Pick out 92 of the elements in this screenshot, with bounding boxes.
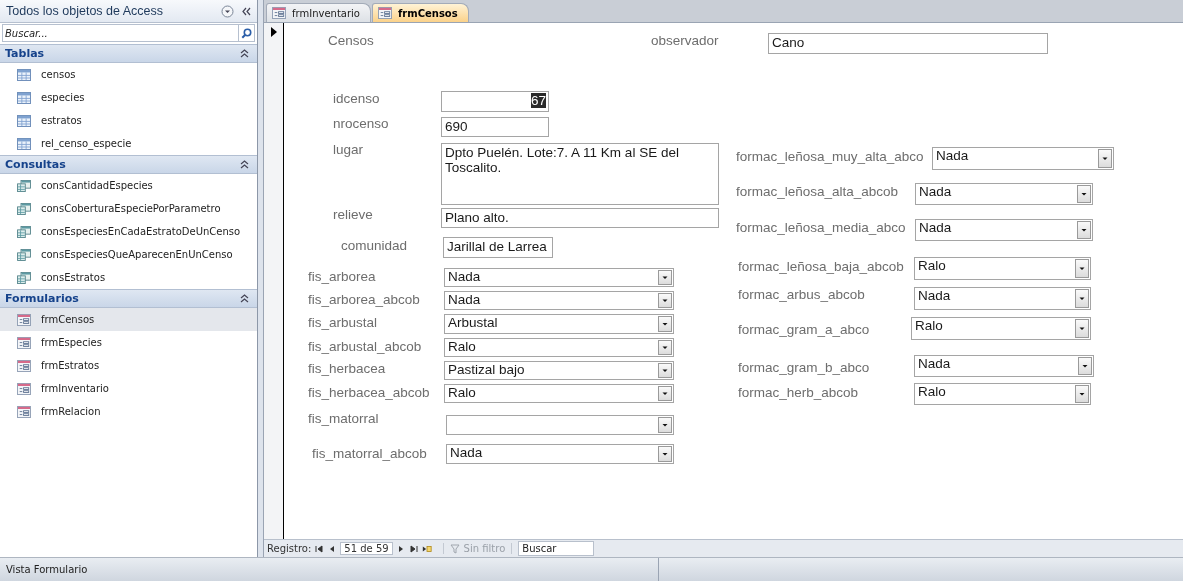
field-label: formac_leñosa_baja_abcob [738,259,904,274]
table-icon [17,114,31,127]
form-icon [17,336,31,349]
query-icon [17,179,31,192]
collapse-chevron-icon[interactable] [240,294,249,303]
combo-box[interactable]: Ralo [914,383,1091,405]
nav-item[interactable]: consEstratos [0,266,257,289]
form-icon [17,405,31,418]
nav-item[interactable]: frmEspecies [0,331,257,354]
nav-item[interactable]: frmCensos [0,308,257,331]
field-label: formac_gram_b_abco [738,360,870,375]
field-label: relieve [333,207,373,222]
table-icon [17,68,31,81]
table-icon [17,91,31,104]
form-icon [377,7,392,19]
combo-box[interactable]: Nada [444,268,674,287]
form-icon [272,7,286,19]
nav-item[interactable]: consCoberturaEspeciePorParametro [0,197,257,220]
field-label: idcenso [333,91,380,106]
combo-box[interactable]: Ralo [444,384,674,403]
query-icon [17,202,31,215]
form-title: Censos [328,33,374,48]
nav-item[interactable]: rel_censo_especie [0,132,257,155]
new-record-icon[interactable] [421,543,432,554]
record-pointer-icon [271,27,277,37]
combo-box[interactable]: Nada [444,291,674,310]
field-label: fis_matorral [308,411,379,426]
query-icon [17,225,31,238]
record-label: Registro: [267,543,312,554]
field-label: fis_arborea [308,269,376,284]
field-label: formac_gram_a_abco [738,322,870,337]
combo-box[interactable]: Nada [914,287,1091,310]
last-record-icon[interactable] [408,543,419,554]
form-icon [17,382,31,395]
combo-box[interactable]: Ralo [444,338,674,357]
funnel-icon [449,543,461,554]
nav-item[interactable]: consEspeciesQueAparecenEnUnCenso [0,243,257,266]
nav-item[interactable]: frmInventario [0,377,257,400]
combo-box[interactable]: Nada [932,147,1114,170]
nav-pane-title: Todos los objetos de Access [6,4,165,18]
search-field[interactable]: Buscar... [2,24,239,42]
record-search-field[interactable]: Buscar [518,541,595,556]
field-label: formac_leñosa_media_abco [736,220,906,235]
first-record-icon[interactable] [314,543,325,554]
field-label: fis_arbustal [308,315,378,330]
field-label: fis_arbustal_abcob [308,339,422,354]
combo-box[interactable]: Nada [915,219,1093,241]
table-icon [17,137,31,150]
combo-box[interactable]: Arbustal [444,314,674,334]
nav-item[interactable]: consCantidadEspecies [0,174,257,197]
field-label: formac_herb_abcob [738,385,859,400]
search-icon[interactable] [241,27,252,39]
dropdown-icon[interactable] [221,4,234,18]
combo-box[interactable]: Ralo [914,257,1091,280]
field-label: observador [651,33,719,48]
document-tab[interactable]: frmInventario [266,3,371,22]
collapse-chevron-icon[interactable] [240,49,249,58]
field-label: comunidad [341,238,408,253]
field-label: formac_arbus_abcob [738,287,865,302]
nav-item[interactable]: especies [0,86,257,109]
nav-item[interactable]: censos [0,63,257,86]
nav-item[interactable]: frmRelacion [0,400,257,423]
status-text: Vista Formulario [0,558,659,581]
record-position-field[interactable]: 51 de 59 [340,542,393,555]
document-tab[interactable]: frmCensos [371,3,469,22]
field-label: lugar [333,142,364,157]
field-label: formac_leñosa_muy_alta_abco [736,149,924,164]
form-icon [17,359,31,372]
field-label: fis_arborea_abcob [308,292,420,307]
combo-box[interactable]: Nada [446,444,674,464]
text-field[interactable]: Plano alto. [441,208,719,228]
text-field[interactable]: 67 [441,91,549,112]
text-field[interactable]: Jarillal de Larrea [443,237,553,258]
field-label: fis_herbacea_abcob [308,385,430,400]
form-icon [17,313,31,326]
text-field[interactable]: Dpto Puelén. Lote:7. A 11 Km al SE del Toscalito. [441,143,719,205]
text-field[interactable]: Cano [768,33,1048,54]
combo-box[interactable]: Nada [915,183,1093,205]
field-label: nrocenso [333,116,389,131]
combo-box[interactable]: Ralo [911,317,1091,340]
text-field[interactable]: 690 [441,117,549,137]
field-label: fis_herbacea [308,361,386,376]
nav-item[interactable]: estratos [0,109,257,132]
query-icon [17,271,31,284]
field-label: fis_matorral_abcob [312,446,427,461]
nav-item[interactable]: consEspeciesEnCadaEstratoDeUnCenso [0,220,257,243]
field-label: formac_leñosa_alta_abcob [736,184,899,199]
combo-box[interactable]: Nada [914,355,1094,377]
collapse-chevron-icon[interactable] [240,160,249,169]
combo-box[interactable]: Pastizal bajo [444,361,674,380]
query-icon [17,248,31,261]
nav-item[interactable]: frmEstratos [0,354,257,377]
